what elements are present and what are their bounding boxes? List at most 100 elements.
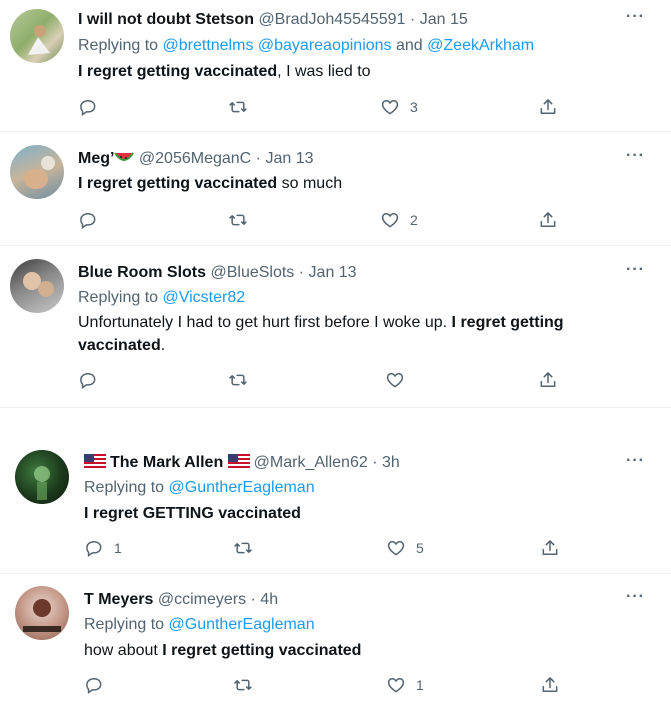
timestamp[interactable]: · 4h xyxy=(251,591,279,608)
timestamp[interactable]: · 3h xyxy=(372,454,400,471)
reply-button[interactable] xyxy=(78,97,108,117)
display-name[interactable]: Meg’ xyxy=(78,150,114,167)
tweet-1[interactable]: I will not doubt Stetson @BradJoh4554559… xyxy=(0,0,671,130)
retweet-button[interactable] xyxy=(228,370,248,390)
tweet-text: I regret getting vaccinated, I was lied … xyxy=(78,60,638,83)
more-icon[interactable]: ··· xyxy=(626,8,645,26)
username[interactable]: @ccimeyers xyxy=(158,591,246,608)
heart-icon xyxy=(380,97,400,117)
us-flag-icon xyxy=(84,454,106,469)
avatar-image xyxy=(28,25,50,55)
replying-prefix: Replying to xyxy=(84,479,165,496)
share-button[interactable] xyxy=(540,675,560,695)
share-icon xyxy=(538,370,558,390)
more-icon[interactable]: ··· xyxy=(626,588,645,606)
tweet-text-bold: I regret getting vaccinated xyxy=(78,175,278,192)
reply-icon xyxy=(84,675,104,695)
share-button[interactable] xyxy=(538,97,558,117)
reply-mention-link[interactable]: @Vicster82 xyxy=(163,289,246,306)
more-icon[interactable]: ··· xyxy=(626,261,645,279)
like-button[interactable]: 3 xyxy=(380,97,418,117)
tweet-text-rest: so much xyxy=(277,175,343,192)
replying-prefix: Replying to xyxy=(78,289,159,306)
display-name[interactable]: I will not doubt Stetson xyxy=(78,11,254,28)
avatar[interactable] xyxy=(15,586,69,640)
display-name[interactable]: T Meyers xyxy=(84,591,153,608)
tweet-3[interactable]: Blue Room Slots @BlueSlots · Jan 13 ··· … xyxy=(0,246,671,406)
tweet-text: I regret GETTING vaccinated xyxy=(84,502,644,525)
divider xyxy=(0,407,671,408)
avatar[interactable] xyxy=(10,9,64,63)
tweet-text-rest: . xyxy=(160,337,166,354)
display-name[interactable]: The Mark Allen xyxy=(110,454,223,471)
reply-button[interactable] xyxy=(78,210,108,230)
share-button[interactable] xyxy=(540,538,560,558)
replying-to: Replying to @brettnelms @bayareaopinions… xyxy=(78,36,534,56)
avatar-image xyxy=(23,599,61,632)
username[interactable]: @Mark_Allen62 xyxy=(254,454,368,471)
like-count: 3 xyxy=(410,99,418,115)
timestamp[interactable]: · Jan 13 xyxy=(256,150,314,167)
username[interactable]: @2056MeganC xyxy=(139,150,251,167)
retweet-icon xyxy=(228,97,248,117)
retweet-button[interactable] xyxy=(228,97,248,117)
tweet-text: how about I regret getting vaccinated xyxy=(84,639,644,662)
like-button[interactable] xyxy=(385,370,415,390)
like-count: 2 xyxy=(410,212,418,228)
like-button[interactable]: 2 xyxy=(380,210,418,230)
share-button[interactable] xyxy=(538,370,558,390)
tweet-text-bold: I regret GETTING vaccinated xyxy=(84,505,301,522)
tweet-text: Unfortunately I had to get hurt first be… xyxy=(78,311,618,357)
share-button[interactable] xyxy=(538,210,558,230)
us-flag-icon xyxy=(227,454,250,469)
reply-button[interactable] xyxy=(84,675,114,695)
tweet-2[interactable]: Meg’ @2056MeganC · Jan 13 ··· I regret g… xyxy=(0,132,671,244)
reply-icon xyxy=(78,370,98,390)
avatar-image xyxy=(24,156,55,189)
tweet-header: Meg’ @2056MeganC · Jan 13 xyxy=(78,149,313,169)
heart-icon xyxy=(385,370,405,390)
like-count: 1 xyxy=(416,677,424,693)
tweet-5[interactable]: T Meyers @ccimeyers · 4h ··· Replying to… xyxy=(0,574,671,714)
retweet-button[interactable] xyxy=(228,210,248,230)
avatar[interactable] xyxy=(10,145,64,199)
like-button[interactable]: 5 xyxy=(386,538,424,558)
tweet-header: Blue Room Slots @BlueSlots · Jan 13 xyxy=(78,263,357,283)
reply-mention-link[interactable]: @GuntherEagleman xyxy=(169,616,315,633)
replying-to: Replying to @Vicster82 xyxy=(78,288,245,308)
tweet-text-bold: I regret getting vaccinated xyxy=(78,63,278,80)
watermelon-emoji-icon xyxy=(114,152,135,161)
tweet-text-pre: how about xyxy=(84,642,163,659)
reply-count: 1 xyxy=(114,540,122,556)
timestamp[interactable]: · Jan 13 xyxy=(299,264,357,281)
tweet-text: I regret getting vaccinated so much xyxy=(78,172,638,195)
retweet-button[interactable] xyxy=(233,675,253,695)
timestamp[interactable]: · Jan 15 xyxy=(410,11,468,28)
retweet-button[interactable] xyxy=(233,538,253,558)
more-icon[interactable]: ··· xyxy=(626,147,645,165)
reply-icon xyxy=(78,210,98,230)
tweet-header: T Meyers @ccimeyers · 4h xyxy=(84,590,278,610)
reply-mention-link[interactable]: @brettnelms @bayareaopinions xyxy=(163,37,392,54)
avatar-image xyxy=(34,466,50,500)
avatar[interactable] xyxy=(10,259,64,313)
replying-to: Replying to @GuntherEagleman xyxy=(84,478,315,498)
more-icon[interactable]: ··· xyxy=(626,452,645,470)
like-count: 5 xyxy=(416,540,424,556)
tweet-4[interactable]: The Mark Allen @Mark_Allen62 · 3h ··· Re… xyxy=(0,440,671,570)
heart-icon xyxy=(386,675,406,695)
retweet-icon xyxy=(228,370,248,390)
share-icon xyxy=(538,97,558,117)
heart-icon xyxy=(380,210,400,230)
retweet-icon xyxy=(233,538,253,558)
avatar[interactable] xyxy=(15,450,69,504)
tweet-text-rest: , I was lied to xyxy=(277,63,371,80)
reply-button[interactable] xyxy=(78,370,108,390)
reply-button[interactable]: 1 xyxy=(84,538,122,558)
display-name[interactable]: Blue Room Slots xyxy=(78,264,206,281)
username[interactable]: @BlueSlots xyxy=(210,264,294,281)
like-button[interactable]: 1 xyxy=(386,675,424,695)
reply-mention-link[interactable]: @ZeekArkham xyxy=(427,37,534,54)
username[interactable]: @BradJoh45545591 xyxy=(258,11,405,28)
reply-mention-link[interactable]: @GuntherEagleman xyxy=(169,479,315,496)
